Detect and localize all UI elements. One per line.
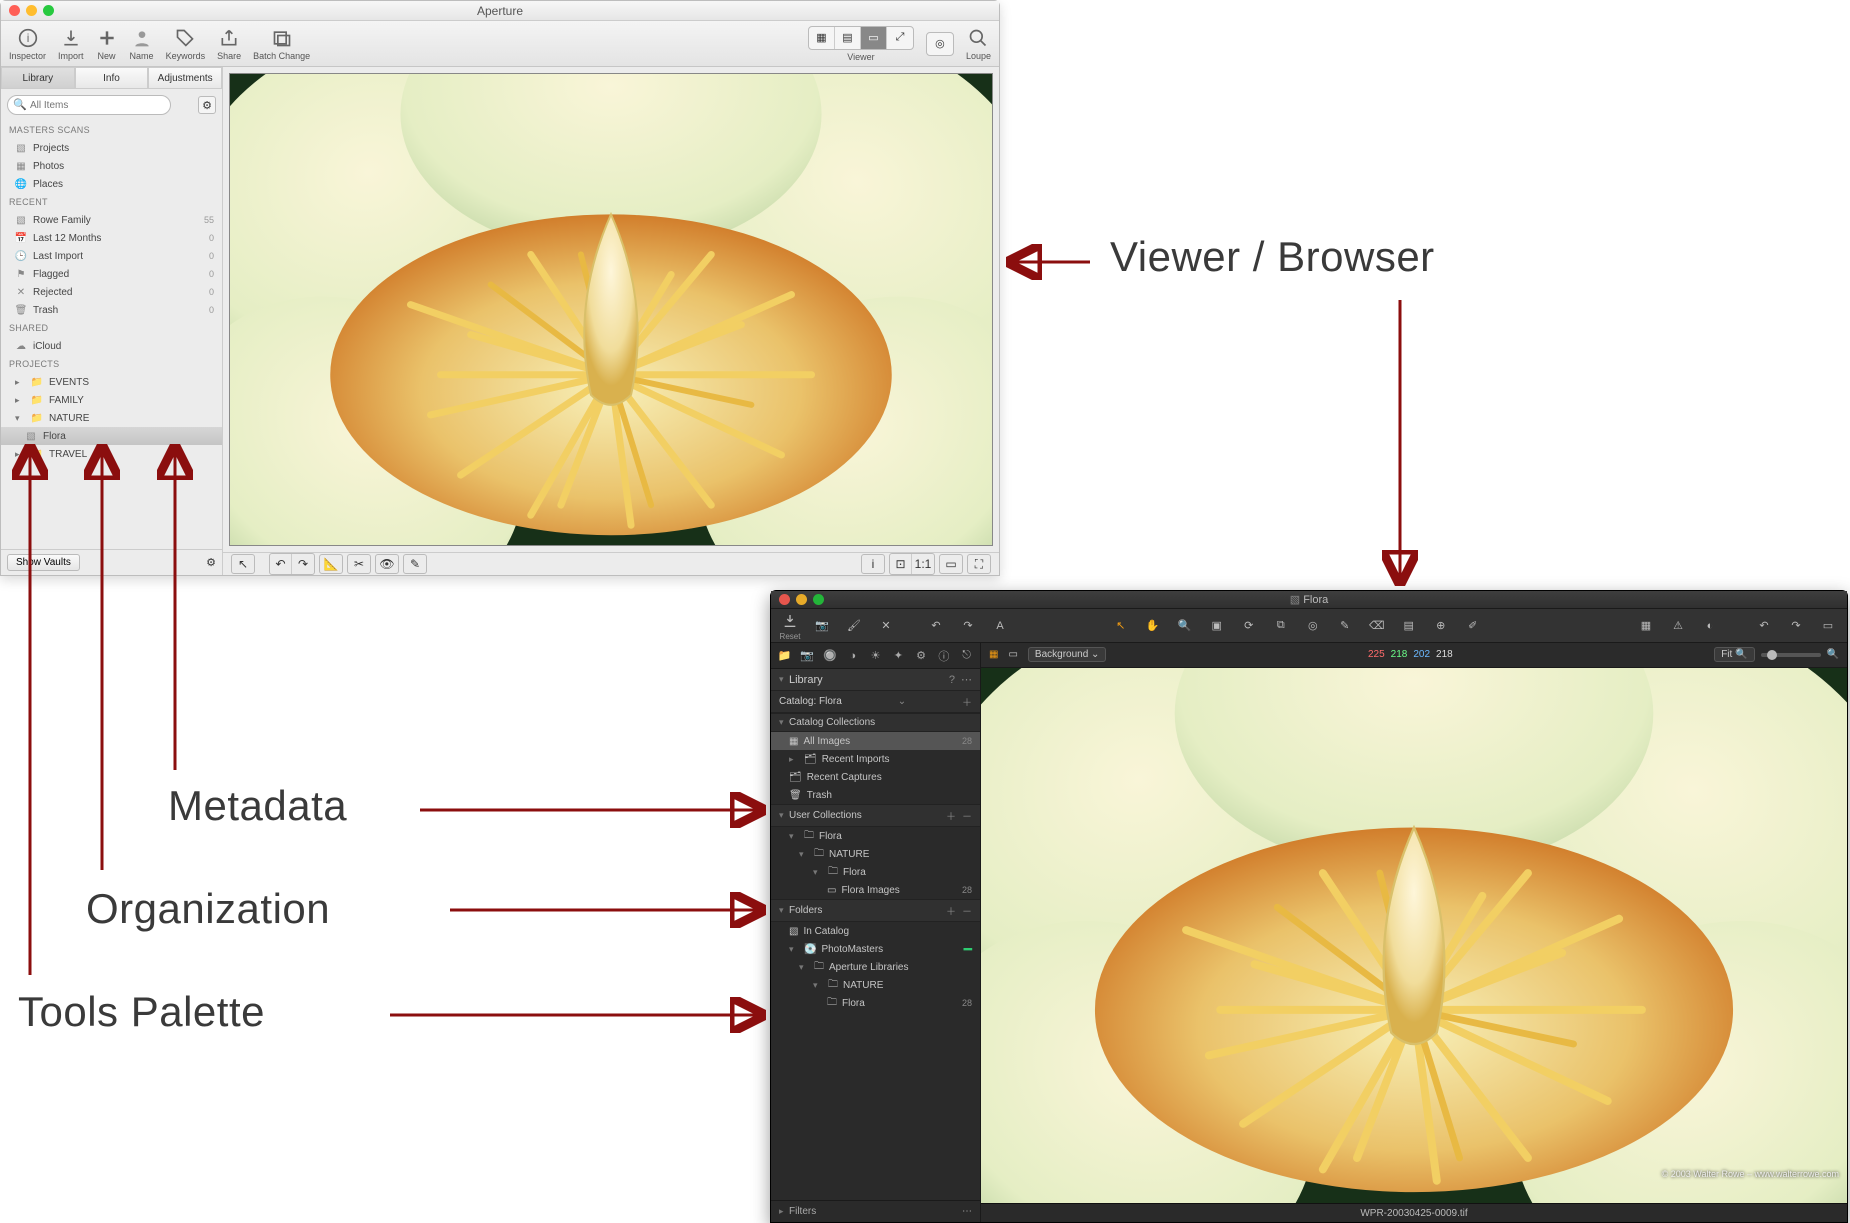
annotation-arrows [0, 0, 1850, 1223]
